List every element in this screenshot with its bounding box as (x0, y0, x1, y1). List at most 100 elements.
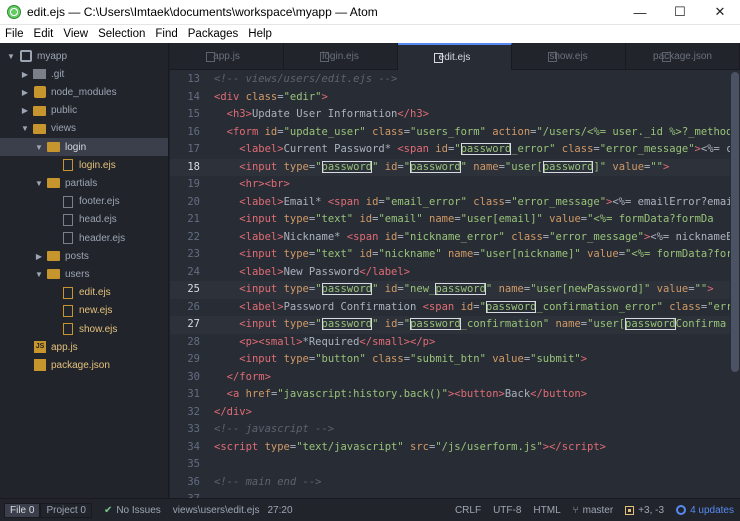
line-number[interactable]: 17 (170, 141, 206, 159)
code-line[interactable]: <input type="text" id="email" name="user… (206, 211, 740, 229)
project-issues-button[interactable]: Project 0 (40, 502, 92, 518)
tree-item-edit-ejs[interactable]: edit.ejs (0, 284, 168, 302)
tree-item-show-ejs[interactable]: show.ejs (0, 320, 168, 338)
menu-find[interactable]: Find (150, 28, 182, 40)
menu-edit[interactable]: Edit (29, 28, 59, 40)
git-branch[interactable]: ⑂ master (567, 505, 620, 516)
line-number[interactable]: 28 (170, 334, 206, 352)
code-line[interactable]: <label>Email* <span id="email_error" cla… (206, 194, 740, 212)
code-line[interactable]: <input type="button" class="submit_btn" … (206, 351, 740, 369)
tree-item-head-ejs[interactable]: head.ejs (0, 211, 168, 229)
cursor-position[interactable]: 27:20 (266, 505, 300, 516)
line-number[interactable]: 15 (170, 106, 206, 124)
code-line[interactable]: <p><small>*Required</small></p> (206, 334, 740, 352)
editor-scrollbar[interactable] (730, 70, 740, 498)
tab-login-ejs[interactable]: login.ejs (284, 43, 398, 70)
line-number[interactable]: 22 (170, 229, 206, 247)
tree-item-public[interactable]: ▶ public (0, 102, 168, 120)
menu-help[interactable]: Help (243, 28, 277, 40)
code-line[interactable]: <div class="edir"> (206, 89, 740, 107)
git-diff[interactable]: +3, -3 (619, 505, 670, 516)
code-line[interactable]: </form> (206, 369, 740, 387)
grammar[interactable]: HTML (527, 505, 566, 516)
code-line[interactable]: <!-- views/users/edit.ejs --> (206, 71, 740, 89)
minimize-button[interactable]: — (620, 0, 660, 25)
file-issues-button[interactable]: File 0 (4, 502, 41, 518)
code-line[interactable]: <a href="javascript:history.back()"><but… (206, 386, 740, 404)
line-number[interactable]: 33 (170, 421, 206, 439)
maximize-button[interactable]: ☐ (660, 0, 700, 25)
code-line[interactable]: </div> (206, 404, 740, 422)
line-number[interactable]: 35 (170, 456, 206, 474)
line-number[interactable]: 34 (170, 439, 206, 457)
code-line[interactable]: <input type="password" id="password" nam… (206, 158, 740, 176)
line-number[interactable]: 37 (170, 491, 206, 498)
encoding[interactable]: UTF-8 (487, 505, 527, 516)
line-number[interactable]: 26 (170, 299, 206, 317)
tree-item-node-modules[interactable]: ▶ node_modules (0, 83, 168, 101)
code-line[interactable]: <label>New Password</label> (206, 264, 740, 282)
code-line[interactable]: <label>Current Password* <span id="passw… (206, 141, 740, 159)
code-line[interactable]: <input type="text" id="nickname" name="u… (206, 246, 740, 264)
line-number[interactable]: 29 (170, 351, 206, 369)
tree-item-users[interactable]: ▼ users (0, 265, 168, 283)
line-number[interactable]: 21 (170, 211, 206, 229)
tree-item-label: new.ejs (79, 305, 113, 317)
code-line[interactable]: <input type="password" id="password_conf… (206, 316, 740, 334)
line-number[interactable]: 23 (170, 246, 206, 264)
tree-item-partials[interactable]: ▼ partials (0, 174, 168, 192)
tree-item-posts[interactable]: ▶ posts (0, 247, 168, 265)
tree-item-login[interactable]: ▼ login (0, 138, 168, 156)
code-line[interactable] (206, 456, 740, 474)
line-number[interactable]: 13 (170, 71, 206, 89)
line-number[interactable]: 25 (170, 281, 206, 299)
code-line[interactable]: <!-- main end --> (206, 474, 740, 492)
line-number[interactable]: 20 (170, 194, 206, 212)
line-number[interactable]: 27 (170, 316, 206, 334)
line-ending[interactable]: CRLF (449, 505, 487, 516)
tab-package-json[interactable]: package.json (626, 43, 740, 70)
code-line[interactable] (206, 491, 740, 498)
tree-item-package-json[interactable]: package.json (0, 356, 168, 374)
line-number[interactable]: 24 (170, 264, 206, 282)
tab-show-ejs[interactable]: show.ejs (512, 43, 626, 70)
tree-item-login-ejs[interactable]: login.ejs (0, 156, 168, 174)
code-line[interactable]: <hr><br> (206, 176, 740, 194)
code-text-area[interactable]: <!-- views/users/edit.ejs --> <div class… (206, 70, 740, 498)
code-line[interactable]: <input type="password" id="new_password"… (206, 281, 740, 299)
menu-packages[interactable]: Packages (183, 28, 244, 40)
line-number[interactable]: 30 (170, 369, 206, 387)
code-line[interactable]: <h3>Update User Information</h3> (206, 106, 740, 124)
tree-item-header-ejs[interactable]: header.ejs (0, 229, 168, 247)
tree-item--git[interactable]: ▶ .git (0, 65, 168, 83)
tab-edit-ejs[interactable]: edit.ejs (398, 43, 512, 70)
scrollbar-thumb[interactable] (731, 72, 739, 372)
branch-label: master (582, 504, 614, 516)
code-editor[interactable]: 13 14 15 16 17 18 19 20 21 22 23 24 25 26 27 28 29 30 31 32… (170, 70, 740, 498)
line-number[interactable]: 16 (170, 124, 206, 142)
line-number[interactable]: 36 (170, 474, 206, 492)
code-line[interactable]: <!-- javascript --> (206, 421, 740, 439)
linter-status[interactable]: ✔ No Issues (98, 505, 167, 516)
tree-item-app-js[interactable]: JS app.js (0, 338, 168, 356)
menu-selection[interactable]: Selection (93, 28, 150, 40)
package-updates[interactable]: 4 updates (670, 505, 740, 516)
code-line[interactable]: <label>Password Confirmation <span id="p… (206, 299, 740, 317)
tree-item-new-ejs[interactable]: new.ejs (0, 302, 168, 320)
menu-view[interactable]: View (58, 28, 93, 40)
menu-file[interactable]: File (0, 28, 29, 40)
line-number[interactable]: 31 (170, 386, 206, 404)
code-line[interactable]: <label>Nickname* <span id="nickname_erro… (206, 229, 740, 247)
close-button[interactable]: ✕ (700, 0, 740, 25)
line-number[interactable]: 19 (170, 176, 206, 194)
line-number[interactable]: 32 (170, 404, 206, 422)
tree-item-myapp[interactable]: ▼ myapp (0, 47, 168, 65)
line-number[interactable]: 14 (170, 89, 206, 107)
line-number[interactable]: 18 (170, 158, 206, 176)
tree-item-views[interactable]: ▼ views (0, 120, 168, 138)
file-path[interactable]: views\users\edit.ejs (167, 505, 266, 516)
code-line[interactable]: <script type="text/javascript" src="/js/… (206, 439, 740, 457)
tab-app-js[interactable]: app.js (170, 43, 284, 70)
code-line[interactable]: <form id="update_user" class="users_form… (206, 124, 740, 142)
tree-item-footer-ejs[interactable]: footer.ejs (0, 193, 168, 211)
